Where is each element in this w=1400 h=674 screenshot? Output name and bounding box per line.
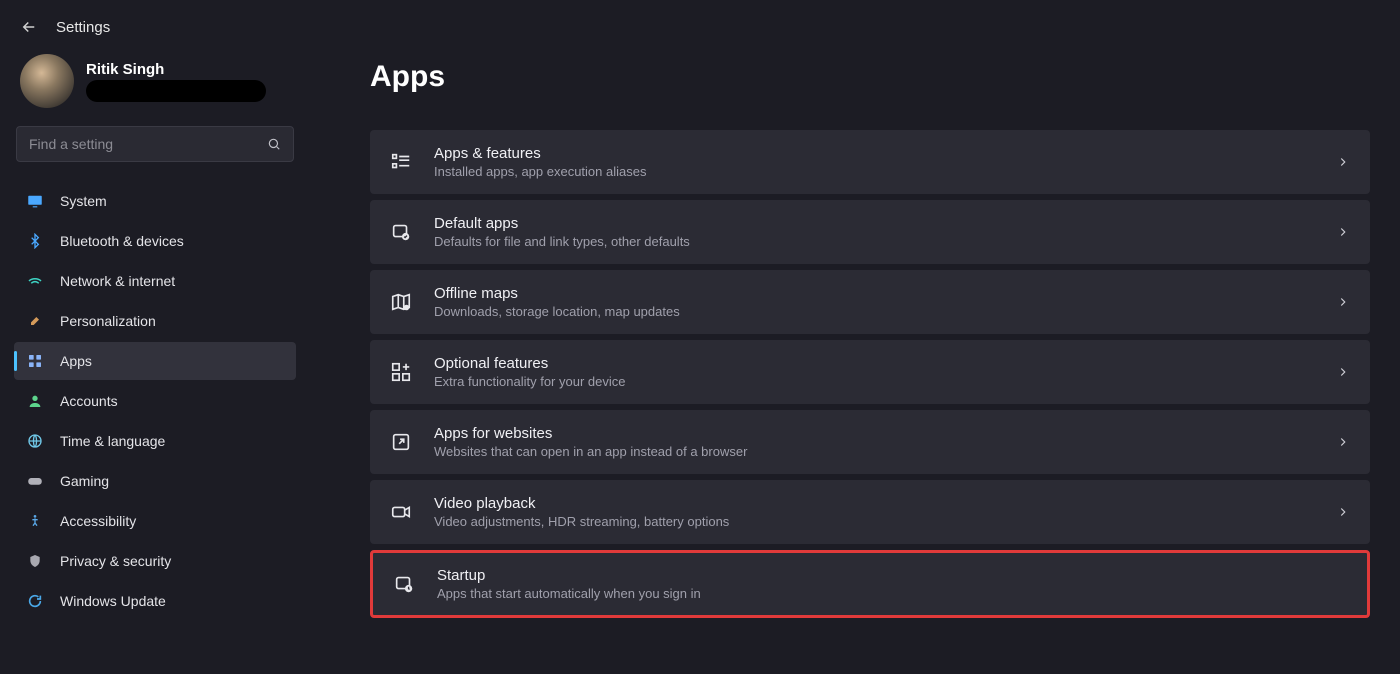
chevron-right-icon — [1336, 295, 1350, 309]
default-icon — [390, 221, 412, 243]
globe-icon — [26, 432, 44, 450]
header-title: Settings — [56, 19, 110, 36]
startup-icon — [393, 573, 415, 595]
sidebar-item-bluetooth[interactable]: Bluetooth & devices — [14, 222, 296, 260]
settings-card-list: Apps & features Installed apps, app exec… — [370, 130, 1370, 618]
card-video-playback[interactable]: Video playback Video adjustments, HDR st… — [370, 480, 1370, 544]
sidebar-item-privacy[interactable]: Privacy & security — [14, 542, 296, 580]
chevron-right-icon — [1336, 155, 1350, 169]
update-icon — [26, 592, 44, 610]
nav: System Bluetooth & devices Network & int… — [14, 182, 296, 620]
system-icon — [26, 192, 44, 210]
sidebar-item-label: Time & language — [60, 433, 165, 449]
card-apps-websites[interactable]: Apps for websites Websites that can open… — [370, 410, 1370, 474]
card-startup[interactable]: Startup Apps that start automatically wh… — [370, 550, 1370, 618]
card-body: Apps for websites Websites that can open… — [434, 425, 1314, 459]
card-title: Default apps — [434, 215, 1314, 232]
sidebar-item-label: Accessibility — [60, 513, 136, 529]
card-optional-features[interactable]: Optional features Extra functionality fo… — [370, 340, 1370, 404]
shield-icon — [26, 552, 44, 570]
card-body: Offline maps Downloads, storage location… — [434, 285, 1314, 319]
page-title: Apps — [370, 60, 1370, 94]
search-box[interactable] — [16, 126, 294, 162]
accessibility-icon — [26, 512, 44, 530]
card-default-apps[interactable]: Default apps Defaults for file and link … — [370, 200, 1370, 264]
chevron-right-icon — [1336, 435, 1350, 449]
avatar — [20, 54, 74, 108]
brush-icon — [26, 312, 44, 330]
back-arrow-icon[interactable] — [20, 18, 38, 36]
sidebar-item-label: Windows Update — [60, 593, 166, 609]
plus-grid-icon — [390, 361, 412, 383]
card-desc: Websites that can open in an app instead… — [434, 444, 1314, 459]
sidebar-item-time-language[interactable]: Time & language — [14, 422, 296, 460]
sidebar-item-accounts[interactable]: Accounts — [14, 382, 296, 420]
card-body: Optional features Extra functionality fo… — [434, 355, 1314, 389]
profile[interactable]: Ritik Singh — [14, 54, 296, 108]
profile-info: Ritik Singh — [86, 61, 266, 102]
person-icon — [26, 392, 44, 410]
map-icon — [390, 291, 412, 313]
sidebar-item-network[interactable]: Network & internet — [14, 262, 296, 300]
sidebar-item-gaming[interactable]: Gaming — [14, 462, 296, 500]
sidebar-item-label: Accounts — [60, 393, 118, 409]
header: Settings — [14, 18, 296, 36]
sidebar-item-personalization[interactable]: Personalization — [14, 302, 296, 340]
card-desc: Video adjustments, HDR streaming, batter… — [434, 514, 1314, 529]
card-title: Startup — [437, 567, 1347, 584]
card-apps-features[interactable]: Apps & features Installed apps, app exec… — [370, 130, 1370, 194]
sidebar-item-label: Gaming — [60, 473, 109, 489]
search-icon — [267, 137, 281, 151]
card-offline-maps[interactable]: Offline maps Downloads, storage location… — [370, 270, 1370, 334]
sidebar-item-label: Personalization — [60, 313, 156, 329]
card-body: Default apps Defaults for file and link … — [434, 215, 1314, 249]
card-title: Apps for websites — [434, 425, 1314, 442]
card-desc: Downloads, storage location, map updates — [434, 304, 1314, 319]
wifi-icon — [26, 272, 44, 290]
sidebar-item-label: System — [60, 193, 107, 209]
card-body: Video playback Video adjustments, HDR st… — [434, 495, 1314, 529]
card-desc: Defaults for file and link types, other … — [434, 234, 1314, 249]
apps-icon — [26, 352, 44, 370]
card-desc: Installed apps, app execution aliases — [434, 164, 1314, 179]
sidebar-item-accessibility[interactable]: Accessibility — [14, 502, 296, 540]
profile-name: Ritik Singh — [86, 61, 266, 78]
sidebar-item-label: Privacy & security — [60, 553, 171, 569]
profile-email-redacted — [86, 80, 266, 102]
sidebar-item-apps[interactable]: Apps — [14, 342, 296, 380]
card-title: Offline maps — [434, 285, 1314, 302]
sidebar: Settings Ritik Singh System Bluetooth & … — [0, 0, 310, 674]
bluetooth-icon — [26, 232, 44, 250]
card-desc: Extra functionality for your device — [434, 374, 1314, 389]
card-title: Video playback — [434, 495, 1314, 512]
open-external-icon — [390, 431, 412, 453]
chevron-right-icon — [1336, 225, 1350, 239]
chevron-right-icon — [1336, 505, 1350, 519]
card-title: Optional features — [434, 355, 1314, 372]
sidebar-item-system[interactable]: System — [14, 182, 296, 220]
sidebar-item-label: Bluetooth & devices — [60, 233, 184, 249]
card-desc: Apps that start automatically when you s… — [437, 586, 1347, 601]
video-icon — [390, 501, 412, 523]
card-body: Startup Apps that start automatically wh… — [437, 567, 1347, 601]
card-title: Apps & features — [434, 145, 1314, 162]
chevron-right-icon — [1336, 365, 1350, 379]
card-body: Apps & features Installed apps, app exec… — [434, 145, 1314, 179]
search-input[interactable] — [29, 136, 267, 152]
sidebar-item-update[interactable]: Windows Update — [14, 582, 296, 620]
sidebar-item-label: Apps — [60, 353, 92, 369]
sidebar-item-label: Network & internet — [60, 273, 175, 289]
main-content: Apps Apps & features Installed apps, app… — [310, 0, 1400, 674]
gamepad-icon — [26, 472, 44, 490]
list-icon — [390, 151, 412, 173]
